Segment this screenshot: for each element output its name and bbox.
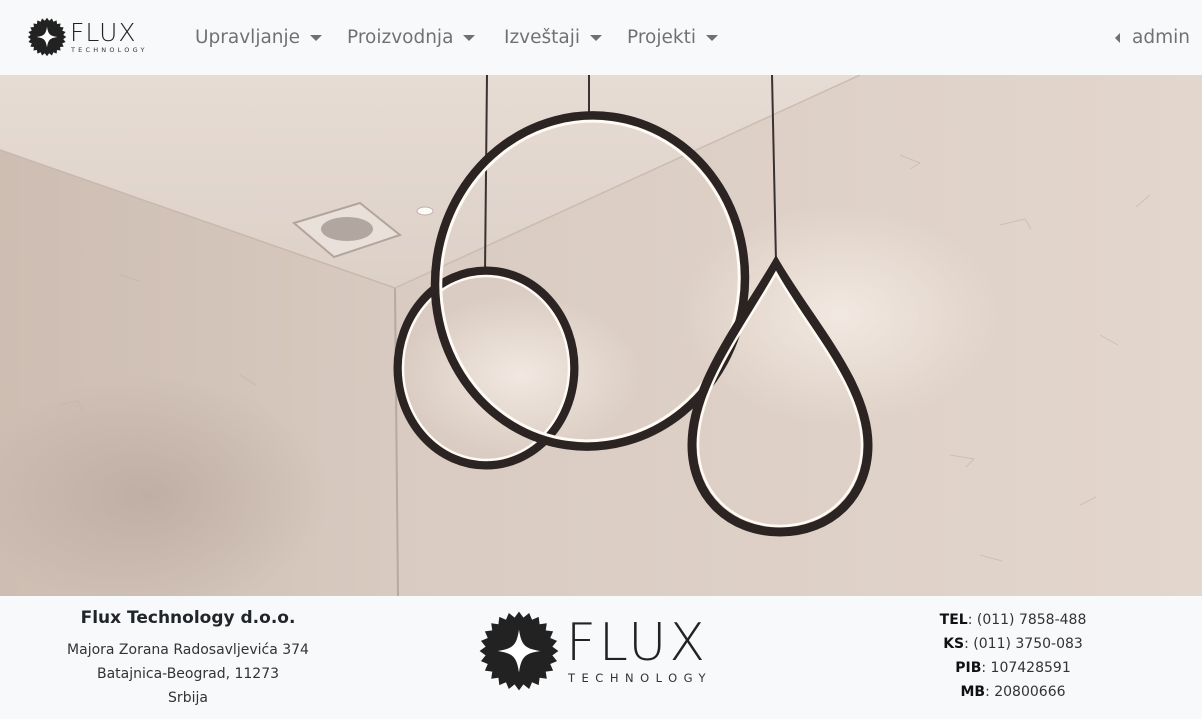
footer: Flux Technology d.o.o. Majora Zorana Rad… [0,596,1202,719]
tel-value: : (011) 7858-488 [967,612,1087,628]
mb-label: MB [960,684,986,700]
user-menu[interactable]: admin [1115,0,1190,75]
ks-label: KS [943,636,965,652]
nav-proizvodnja-label: Proizvodnja [347,27,454,48]
contact-info: TEL: (011) 7858-488 KS: (011) 3750-083 P… [913,608,1113,704]
user-name: admin [1132,27,1190,48]
company-info: Flux Technology d.o.o. Majora Zorana Rad… [38,608,338,710]
nav-projekti[interactable]: Projekti [627,0,718,75]
contact-mb: MB: 20800666 [913,680,1113,704]
contact-ks: KS: (011) 3750-083 [913,632,1113,656]
brand-tagline: TECHNOLOGY [71,46,148,55]
mb-value: : 20800666 [985,684,1066,700]
hero-image [0,75,1202,596]
contact-tel: TEL: (011) 7858-488 [913,608,1113,632]
footer-logo-name: FLUX [566,613,708,674]
ks-value: : (011) 3750-083 [964,636,1083,652]
flux-logo-icon [479,611,559,691]
brand-logo[interactable]: FLUX TECHNOLOGY [27,17,157,57]
nav-upravljanje-label: Upravljanje [195,27,301,48]
caret-left-icon [1115,32,1120,43]
company-address-line1: Majora Zorana Radosavljevića 374 [67,642,309,658]
contact-pib: PIB: 107428591 [913,656,1113,680]
nav-izvestaji-label: Izveštaji [504,27,581,48]
company-name: Flux Technology d.o.o. [80,608,296,628]
top-navbar: FLUX TECHNOLOGY Upravljanje Proizvodnja … [0,0,1202,75]
hero-illustration [0,75,1202,596]
company-address-line2: Batajnica-Beograd, 11273 [96,666,280,682]
tel-label: TEL [939,612,968,628]
company-country: Srbija [168,690,208,706]
caret-down-icon [590,34,603,41]
nav-upravljanje[interactable]: Upravljanje [195,0,323,75]
nav-izvestaji[interactable]: Izveštaji [504,0,603,75]
caret-down-icon [310,34,323,41]
pib-label: PIB [955,660,982,676]
nav-projekti-label: Projekti [627,27,696,48]
nav-proizvodnja[interactable]: Proizvodnja [347,0,476,75]
footer-logo-tagline: TECHNOLOGY [568,671,713,686]
flux-logo-icon [27,17,67,57]
caret-down-icon [463,34,476,41]
pib-value: : 107428591 [981,660,1071,676]
caret-down-icon [705,34,718,41]
footer-logo: FLUX TECHNOLOGY [478,610,730,692]
brand-name: FLUX [70,18,137,48]
